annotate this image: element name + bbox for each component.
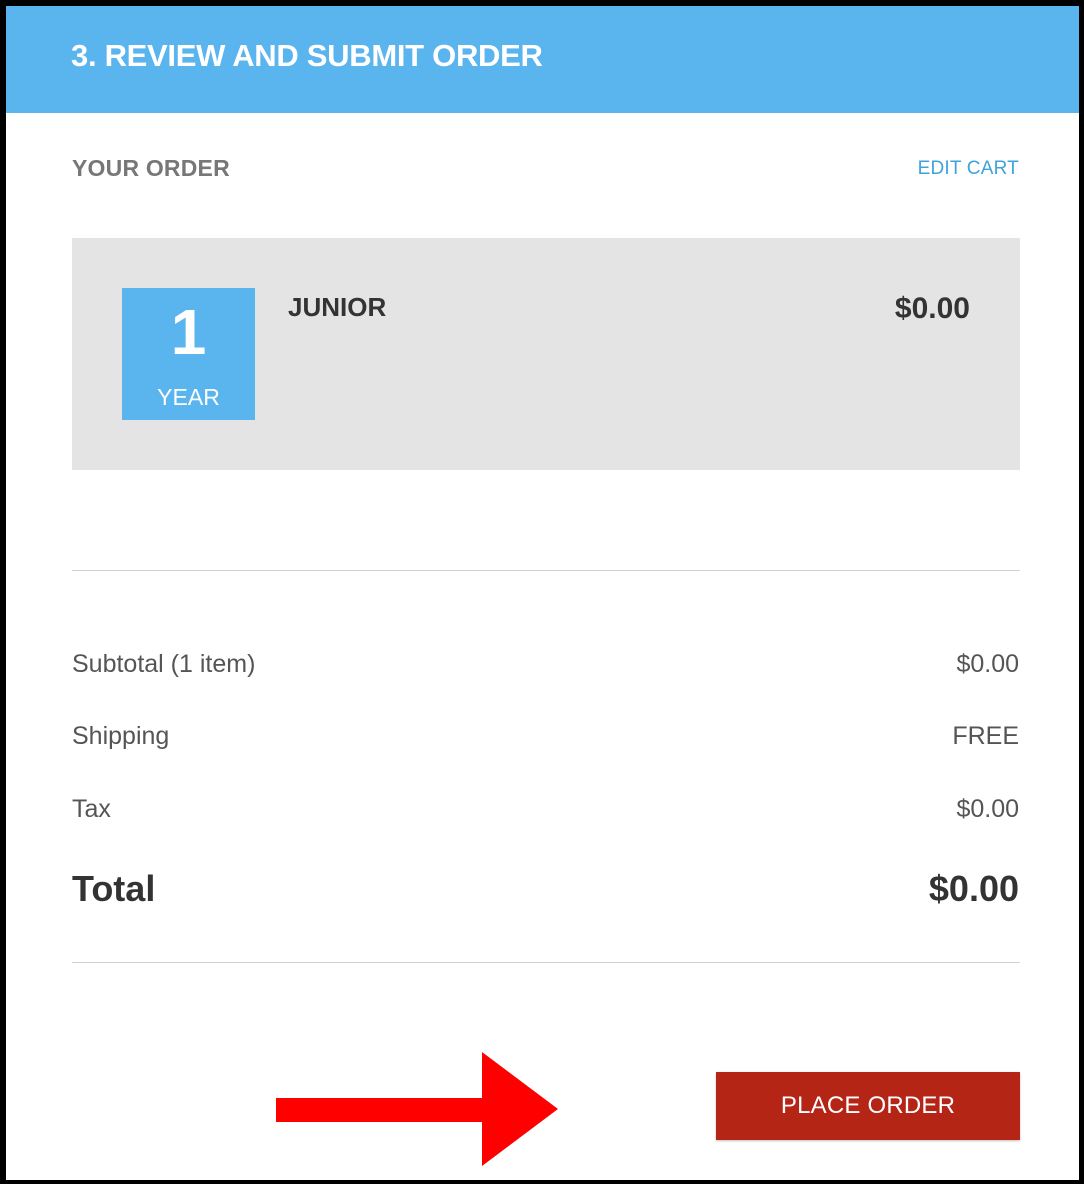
divider xyxy=(72,962,1020,963)
tax-label: Tax xyxy=(72,795,111,823)
right-arrow-icon xyxy=(276,1052,558,1166)
shipping-value: FREE xyxy=(952,722,1019,750)
place-order-button[interactable]: PLACE ORDER xyxy=(716,1072,1020,1140)
divider xyxy=(72,570,1020,571)
tax-value: $0.00 xyxy=(956,795,1019,823)
review-order-panel: 3. REVIEW AND SUBMIT ORDER YOUR ORDER ED… xyxy=(0,0,1084,1184)
section-title: 3. REVIEW AND SUBMIT ORDER xyxy=(71,38,543,73)
term-number: 1 xyxy=(170,296,207,368)
section-header: 3. REVIEW AND SUBMIT ORDER xyxy=(6,6,1079,113)
edit-cart-link[interactable]: EDIT CART xyxy=(918,158,1019,180)
your-order-heading: YOUR ORDER xyxy=(72,155,230,181)
total-label: Total xyxy=(72,868,156,909)
total-value: $0.00 xyxy=(928,868,1019,909)
subtotal-label: Subtotal (1 item) xyxy=(72,650,256,678)
shipping-label: Shipping xyxy=(72,722,170,750)
item-price: $0.00 xyxy=(894,292,970,325)
order-item-card: 1 YEAR JUNIOR $0.00 xyxy=(72,238,1020,470)
subscription-term-badge: 1 YEAR xyxy=(122,288,255,420)
item-name: JUNIOR xyxy=(288,292,387,322)
subtotal-value: $0.00 xyxy=(956,650,1019,678)
term-unit: YEAR xyxy=(157,384,220,410)
